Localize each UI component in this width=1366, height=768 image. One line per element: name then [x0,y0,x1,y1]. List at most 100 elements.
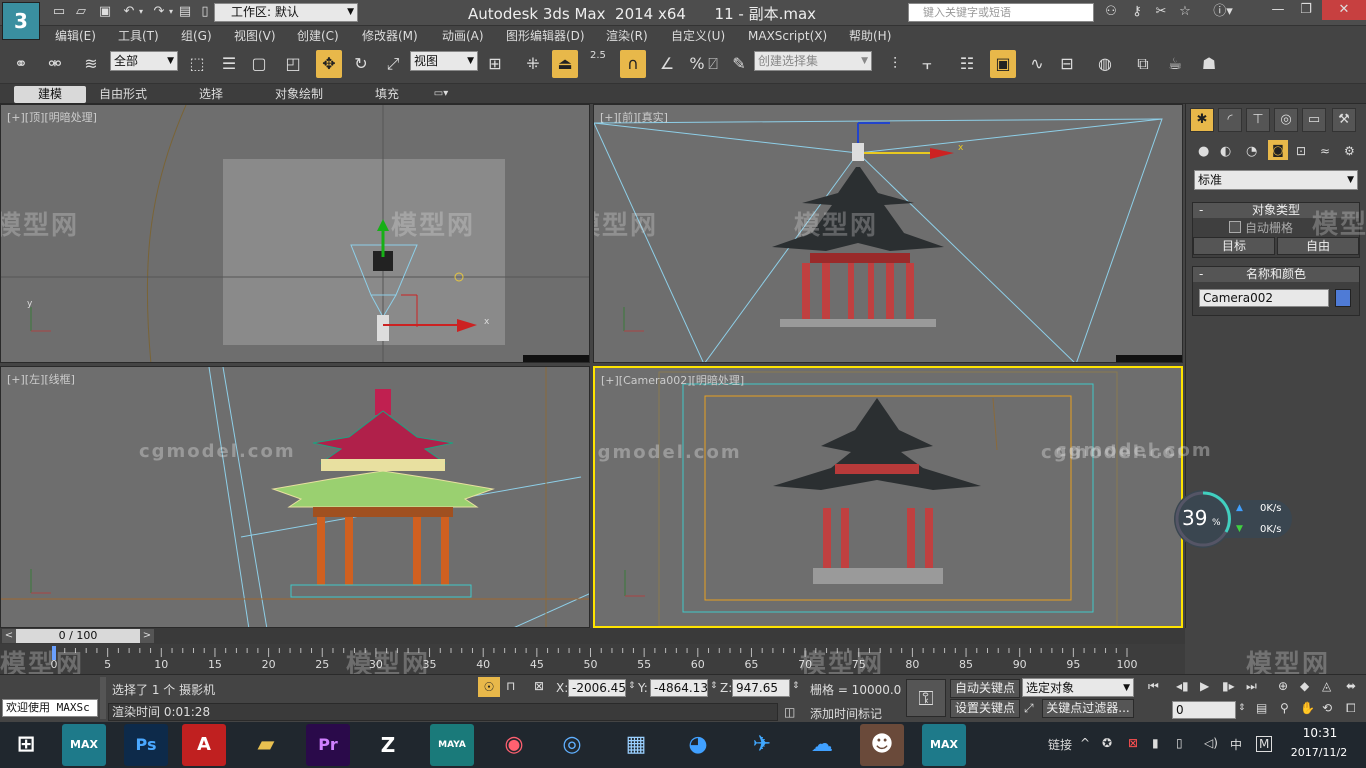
selection-filter-dropdown[interactable]: 全部 ▼ [110,51,178,71]
close-icon[interactable]: ✕ [1322,0,1366,20]
menu-views[interactable]: 视图(V) [234,26,276,46]
key-icon[interactable]: ⚷ [1128,4,1146,20]
tray-app2-icon[interactable]: ▯ [1176,736,1183,750]
tab-object-paint[interactable]: 对象绘制 [262,86,336,103]
menu-graph-editors[interactable]: 图形编辑器(D) [506,26,585,46]
tray-expand-icon[interactable]: ^ [1080,736,1090,750]
time-config-icon[interactable]: ▤ [1256,701,1267,715]
unlink-icon[interactable]: ⚮ [42,50,68,78]
hold-icon[interactable]: ▯ [196,4,214,20]
tab-freeform[interactable]: 自由形式 [90,86,156,103]
link-icon[interactable]: ⚭ [8,50,34,78]
tray-ime-mode[interactable]: M [1256,736,1273,752]
move-icon[interactable]: ✥ [316,50,342,78]
motion-tab-icon[interactable]: ◎ [1274,108,1298,132]
edit-named-selection-icon[interactable]: ✎ [726,50,752,78]
snap-toggle-icon[interactable]: ∩ [620,50,646,78]
modify-tab-icon[interactable]: ◜ [1218,108,1242,132]
taskbar-feishu-icon[interactable]: ✈ [740,724,784,766]
play-icon[interactable]: ▶ [1200,679,1209,693]
save-file-icon[interactable]: ▣ [96,4,114,20]
mirror-icon[interactable]: ⫶ [882,50,908,78]
zoom-icon[interactable]: ⚲ [1280,701,1289,715]
pan-hand-icon[interactable]: ✋ [1300,701,1315,715]
key-filters-button[interactable]: 关键点过滤器... [1042,699,1134,718]
viewport-top-label[interactable]: [+][顶][明暗处理] [7,109,97,125]
absolute-mode-icon[interactable]: ⊠ [534,679,544,693]
render-setup-icon[interactable]: ⧉ [1130,50,1156,78]
ribbon-options-icon[interactable]: ▭▾ [430,87,452,101]
windows-start-icon[interactable]: ⊞ [4,724,48,766]
prev-frame-icon[interactable]: < [2,629,16,643]
schematic-view-icon[interactable]: ⊟ [1054,50,1080,78]
app-menu-button[interactable]: 3 [2,2,40,40]
shapes-icon[interactable]: ◐ [1220,144,1231,159]
taskbar-camera-icon[interactable]: ◉ [492,724,536,766]
menu-animation[interactable]: 动画(A) [442,26,484,46]
time-slider-thumb[interactable]: 0 / 100 [16,629,140,643]
lock-icon[interactable]: ⊓ [506,679,515,693]
spinner-icon[interactable]: ⇕ [628,681,636,691]
goto-end-icon[interactable]: ⏭ [1246,679,1257,694]
workspace-selector[interactable]: 工作区: 默认 ▼ [214,3,358,22]
tray-network-warning-icon[interactable]: ⊠ [1128,736,1138,750]
align-icon[interactable]: ⫟ [914,50,940,78]
cameras-icon[interactable]: ◙ [1268,140,1288,160]
rotate-icon[interactable]: ↻ [348,50,374,78]
named-selection-dropdown[interactable]: 创建选择集 ▼ [754,51,872,71]
utilities-tab-icon[interactable]: ⚒ [1332,108,1356,132]
menu-modifiers[interactable]: 修改器(M) [362,26,418,46]
track-bar[interactable]: 0 5 10 15 20 25 30 35 40 45 50 55 60 65 70 75 80 85 90 95 10… [0,644,1328,680]
menu-help[interactable]: 帮助(H) [849,26,891,46]
autogrid-checkbox[interactable] [1229,221,1241,233]
tools-icon[interactable]: ✂ [1152,4,1170,20]
menu-customize[interactable]: 自定义(U) [671,26,725,46]
geometry-icon[interactable]: ● [1198,144,1209,159]
z-coord-input[interactable]: 947.65 [732,679,790,697]
select-object-icon[interactable]: ⬚ [184,50,210,78]
tab-selection[interactable]: 选择 [186,86,236,103]
add-time-tag-button[interactable]: 添加时间标记 [810,705,882,722]
keyboard-shortcut-toggle-icon[interactable]: ⏏ [552,50,578,78]
spinner-snap-icon[interactable]: ⍁ [700,50,726,78]
angle-snap-icon[interactable]: ∠ [654,50,680,78]
tray-app-icon[interactable]: ▮ [1152,736,1159,750]
taskbar-file-explorer-icon[interactable]: ▰ [244,724,288,766]
goto-start-icon[interactable]: ⏮ [1148,679,1159,694]
menu-tools[interactable]: 工具(T) [118,26,159,46]
fov-icon[interactable]: ◬ [1322,679,1331,693]
lights-icon[interactable]: ◔ [1246,144,1257,159]
select-by-name-icon[interactable]: ☰ [216,50,242,78]
viewport-camera[interactable]: [+][Camera002][明暗处理] cgmodel.com cgmodel… [593,366,1183,628]
spinner-icon[interactable]: ⇕ [1238,703,1246,713]
category-dropdown[interactable]: 标准 ▼ [1194,170,1358,190]
menu-edit[interactable]: 编辑(E) [55,26,96,46]
curve-editor-icon[interactable]: ∿ [1024,50,1050,78]
viewport-front[interactable]: [+][前][真实] 模型网 模型网 x [593,104,1183,363]
name-color-header[interactable]: - 名称和颜色 [1193,267,1359,282]
x-coord-input[interactable]: -2006.455 [568,679,626,697]
viewport-top[interactable]: [+][顶][明暗处理] 模型网 模型网 x y [0,104,590,363]
taskbar-browser-icon[interactable]: ◎ [550,724,594,766]
taskbar-zbrush[interactable]: Z [366,724,410,766]
time-tag-icon[interactable]: ◫ [784,705,795,719]
menu-group[interactable]: 组(G) [181,26,212,46]
undo-dropdown-icon[interactable]: ▾ [136,4,146,20]
next-key-icon[interactable]: ▮▸ [1222,679,1235,693]
key-tangent-icon[interactable]: ⤢ [1024,701,1034,716]
current-frame-input[interactable]: 0 [1172,701,1236,719]
project-folder-icon[interactable]: ▤ [176,4,194,20]
search-input[interactable]: 键入关键字或短语 [908,3,1094,22]
spacewarps-icon[interactable]: ≈ [1320,144,1330,158]
help-icon[interactable]: ⓘ▾ [1210,4,1236,20]
rendered-frame-icon[interactable]: ☕ [1162,50,1188,78]
graphite-toggle-icon[interactable]: ▣ [990,50,1016,78]
set-key-icon[interactable]: ⚿ [906,679,946,717]
clock-time[interactable]: 10:31 [1290,726,1350,740]
menu-maxscript[interactable]: MAXScript(X) [748,26,827,46]
redo-dropdown-icon[interactable]: ▾ [166,4,176,20]
tab-modeling[interactable]: 建模 [14,86,86,103]
taskbar-video-icon[interactable]: ◕ [676,724,720,766]
isolate-selection-icon[interactable]: ☉ [478,677,500,697]
star-icon[interactable]: ☆ [1176,4,1194,20]
